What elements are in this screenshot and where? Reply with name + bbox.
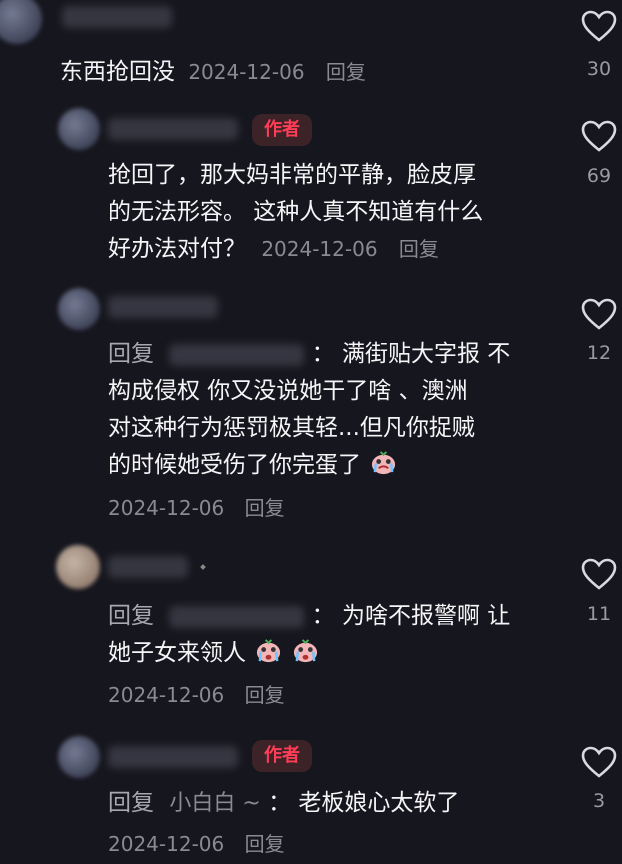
comment-line: 构成侵权 你又没说她干了啥 、澳洲 xyxy=(108,378,468,404)
username-blurred[interactable] xyxy=(108,118,238,140)
sob-emoji-icon xyxy=(292,637,319,664)
reply-prefix: 回复 xyxy=(108,603,154,629)
separator: ： xyxy=(268,790,292,816)
comment-line: 好办法对付？ xyxy=(108,236,246,262)
reply-button[interactable]: 回复 xyxy=(245,832,285,856)
comment-date: 2024-12-06 xyxy=(108,683,225,707)
reply-target-blurred[interactable] xyxy=(169,605,305,628)
comment-text: 回复 ： 为啥不报警啊 让 xyxy=(108,598,510,635)
comment-date: 2024-12-06 xyxy=(261,237,378,261)
comment-meta: 2024-12-06 回复 xyxy=(108,490,285,527)
reply-prefix: 回复 xyxy=(108,790,154,816)
comment-line: 满街贴大字报 不 xyxy=(341,341,511,367)
comment-body: 老板娘心太软了 xyxy=(298,790,460,816)
like-count: 69 xyxy=(586,165,612,187)
reply-target-blurred[interactable] xyxy=(169,343,305,366)
comment-text: 东西抢回没 2024-12-06 回复 xyxy=(60,54,366,91)
username-blurred[interactable] xyxy=(108,746,238,768)
like-heart-icon[interactable] xyxy=(581,10,617,42)
avatar[interactable] xyxy=(58,108,100,150)
avatar[interactable] xyxy=(0,0,42,44)
username-blurred[interactable] xyxy=(108,296,218,318)
comment-line: 对这种行为惩罚极其轻...但凡你捉贼 xyxy=(108,415,475,441)
sob-emoji-icon xyxy=(255,637,282,664)
separator: ： xyxy=(311,341,335,367)
separator: ： xyxy=(311,603,335,629)
comment-date: 2024-12-06 xyxy=(108,832,225,856)
avatar[interactable] xyxy=(58,288,100,330)
reply-button[interactable]: 回复 xyxy=(326,60,366,84)
cry-emoji-icon xyxy=(370,449,397,476)
reply-button[interactable]: 回复 xyxy=(245,496,285,520)
comment-date: 2024-12-06 xyxy=(108,496,225,520)
username-blurred[interactable] xyxy=(108,556,188,578)
like-heart-icon[interactable] xyxy=(581,298,617,330)
reply-button[interactable]: 回复 xyxy=(245,683,285,707)
comment-line: 的时候她受伤了你完蛋了 xyxy=(108,452,361,478)
comment-text: 的时候她受伤了你完蛋了 xyxy=(108,447,397,484)
comment-text: 回复 小白白 ~ ： 老板娘心太软了 xyxy=(108,785,459,822)
like-heart-icon[interactable] xyxy=(581,120,617,152)
avatar[interactable] xyxy=(58,736,100,778)
comment-body: 东西抢回没 xyxy=(60,59,175,85)
comment-text: 她子女来领人 xyxy=(108,635,319,672)
comment-text: 好办法对付？ 2024-12-06 回复 xyxy=(108,231,439,268)
comment-date: 2024-12-06 xyxy=(188,60,305,84)
comment-line: 的无法形容。 这种人真不知道有什么 xyxy=(108,199,484,225)
username-blurred[interactable] xyxy=(62,6,172,28)
comment-text: 回复 ： 满街贴大字报 不 xyxy=(108,336,510,373)
reply-button[interactable]: 回复 xyxy=(399,237,439,261)
comment-line: 她子女来领人 xyxy=(108,640,246,666)
like-heart-icon[interactable] xyxy=(581,746,617,778)
like-heart-icon[interactable] xyxy=(581,558,617,590)
author-badge: 作者 xyxy=(252,740,312,772)
author-badge: 作者 xyxy=(252,114,312,146)
avatar[interactable] xyxy=(56,545,100,589)
verified-mark-icon xyxy=(200,564,206,570)
like-count: 11 xyxy=(586,603,612,625)
reply-target[interactable]: 小白白 ~ xyxy=(169,791,260,816)
reply-prefix: 回复 xyxy=(108,341,154,367)
like-count: 3 xyxy=(592,790,606,812)
comment-meta: 2024-12-06 回复 xyxy=(108,677,285,714)
like-count: 12 xyxy=(586,342,612,364)
like-count: 30 xyxy=(586,58,612,80)
comment-line: 抢回了，那大妈非常的平静，脸皮厚 xyxy=(108,162,476,188)
comment-meta: 2024-12-06 回复 xyxy=(108,826,285,863)
comment-line: 为啥不报警啊 让 xyxy=(341,603,511,629)
